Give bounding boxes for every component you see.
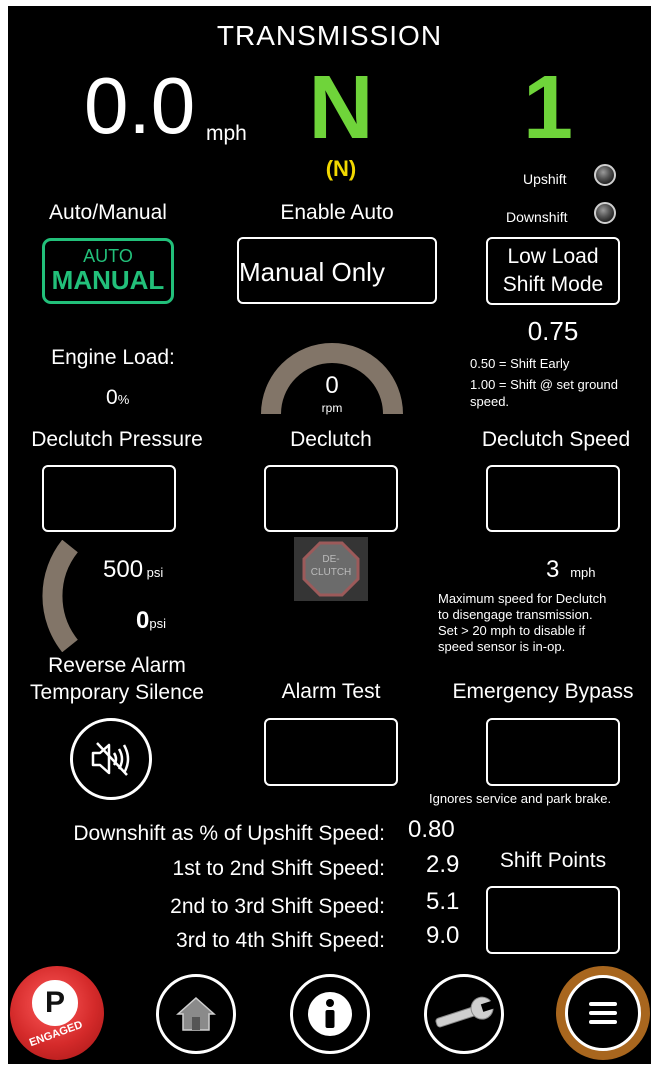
emergency-bypass-label: Emergency Bypass [452, 680, 634, 703]
declutch-pressure-setpoint: 500 psi [103, 556, 163, 584]
reverse-alarm-silence-button[interactable] [70, 718, 152, 800]
declutch-speed-note-3: Set > 20 mph to disable if [438, 623, 586, 638]
shift-3-4-value[interactable]: 9.0 [426, 922, 459, 950]
engine-load-number: 0 [106, 386, 118, 409]
low-load-note-1: 0.50 = Shift Early [470, 356, 570, 371]
declutch-icon-line1: DE- [322, 554, 340, 565]
wrench-icon [435, 996, 497, 1028]
auto-manual-toggle[interactable]: AUTO MANUAL [42, 238, 174, 304]
emergency-bypass-note: Ignores service and park brake. [429, 791, 612, 806]
declutch-pressure-actual: 0psi [136, 607, 166, 635]
park-brake-button[interactable]: P ENGAGED [10, 966, 104, 1060]
declutch-pressure-setpoint-value: 500 [103, 556, 144, 583]
shift-1-2-value[interactable]: 2.9 [426, 851, 459, 879]
low-load-shift-mode-button[interactable]: Low Load Shift Mode [486, 237, 620, 305]
shift-1-2-label: 1st to 2nd Shift Speed: [172, 857, 385, 880]
rpm-value: 0 [325, 372, 339, 399]
manual-option: MANUAL [51, 265, 165, 295]
enable-auto-value: Manual Only [239, 257, 385, 287]
declutch-icon-line2: CLUTCH [310, 567, 352, 578]
declutch-label: Declutch [290, 428, 372, 451]
info-button[interactable] [290, 974, 370, 1054]
alarm-test-label: Alarm Test [281, 680, 381, 703]
declutch-indicator: DE- CLUTCH [294, 537, 368, 601]
declutch-pressure-setpoint-unit: psi [146, 565, 164, 580]
info-icon [308, 992, 352, 1036]
declutch-speed-input[interactable] [486, 465, 620, 532]
enable-auto-button[interactable]: Manual Only [237, 237, 437, 304]
engine-load-unit: % [117, 392, 130, 407]
park-letter: P [44, 986, 65, 1019]
upshift-label: Upshift [523, 171, 567, 187]
engine-load-label: Engine Load: [51, 346, 175, 369]
actual-gear: (N) [325, 156, 357, 181]
speed-unit: mph [206, 122, 247, 145]
rpm-unit: rpm [321, 401, 343, 415]
shift-3-4-label: 3rd to 4th Shift Speed: [176, 929, 385, 952]
auto-manual-label: Auto/Manual [49, 201, 167, 224]
low-load-note-3: speed. [470, 394, 510, 409]
declutch-speed-note-1: Maximum speed for Declutch [438, 591, 607, 606]
declutch-speed-note-4: speed sensor is in-op. [438, 639, 566, 654]
declutch-pressure-actual-unit: psi [149, 616, 166, 631]
downshift-pct-label: Downshift as % of Upshift Speed: [73, 822, 385, 845]
gear-range: 1 [522, 58, 574, 158]
shift-2-3-value[interactable]: 5.1 [426, 888, 459, 916]
home-button[interactable] [156, 974, 236, 1054]
reverse-alarm-label-2: Temporary Silence [30, 681, 204, 704]
downshift-pct-value[interactable]: 0.80 [408, 816, 455, 844]
selected-gear: N [308, 58, 374, 158]
declutch-speed-note-2: to disengage transmission. [438, 607, 593, 622]
low-load-value: 0.75 [527, 316, 579, 346]
speaker-mute-icon [91, 742, 130, 776]
declutch-speed-readout: 3 mph [546, 556, 596, 584]
home-icon [176, 996, 216, 1031]
declutch-pressure-gauge [42, 540, 79, 652]
upshift-indicator-light [594, 164, 616, 186]
low-load-line1: Low Load [507, 245, 599, 268]
hamburger-menu-icon [589, 1002, 617, 1024]
menu-button[interactable] [556, 966, 650, 1060]
reverse-alarm-label-1: Reverse Alarm [48, 654, 186, 677]
emergency-bypass-button[interactable] [486, 718, 620, 786]
shift-2-3-label: 2nd to 3rd Shift Speed: [170, 895, 385, 918]
declutch-pressure-label: Declutch Pressure [31, 428, 203, 451]
settings-button[interactable] [424, 974, 504, 1054]
declutch-speed-label: Declutch Speed [481, 428, 631, 451]
downshift-label: Downshift [506, 209, 568, 225]
transmission-screen: TRANSMISSION 0.0 mph N (N) 1 Upshift Dow… [8, 6, 651, 1064]
low-load-note-2: 1.00 = Shift @ set ground [470, 377, 618, 392]
engine-load-value: 0% [106, 386, 129, 410]
declutch-speed-unit: mph [570, 565, 596, 580]
enable-auto-label: Enable Auto [280, 201, 394, 224]
page-title: TRANSMISSION [216, 20, 443, 51]
declutch-button[interactable] [264, 465, 398, 532]
alarm-test-button[interactable] [264, 718, 398, 786]
menu-button-inner [565, 975, 641, 1051]
shift-points-label: Shift Points [499, 849, 607, 872]
low-load-line2: Shift Mode [502, 273, 604, 296]
downshift-indicator-light [594, 202, 616, 224]
declutch-speed-value: 3 [546, 556, 560, 583]
declutch-pressure-actual-value: 0 [136, 607, 150, 634]
shift-points-button[interactable] [486, 886, 620, 954]
speed-value: 0.0 [84, 61, 196, 150]
park-brake-icon: P [32, 980, 78, 1026]
declutch-pressure-input[interactable] [42, 465, 176, 532]
auto-option: AUTO [83, 246, 133, 266]
